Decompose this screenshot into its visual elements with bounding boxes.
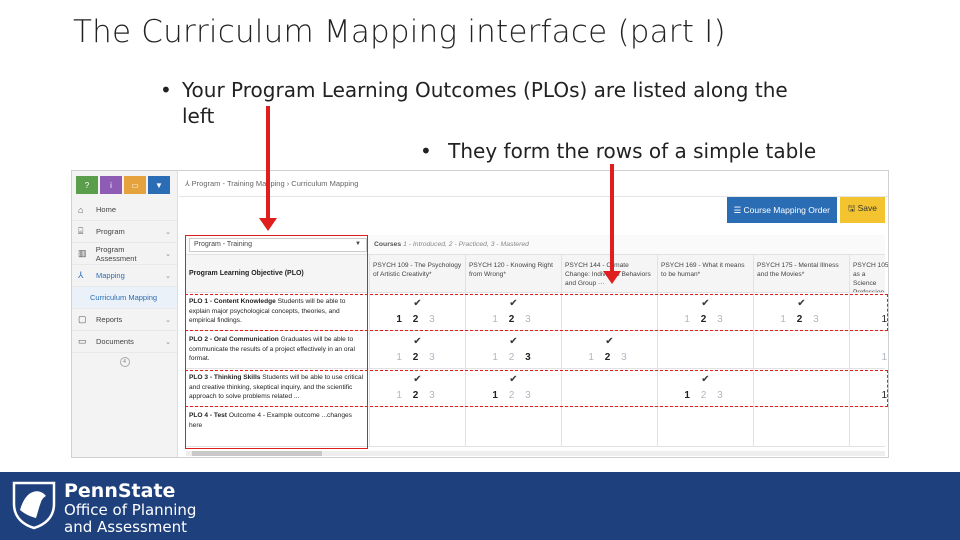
level-3[interactable]: 3 <box>621 352 631 363</box>
mapping-cell[interactable] <box>466 407 562 446</box>
office-line-2: and Assessment <box>64 518 187 536</box>
info-button[interactable]: i <box>100 176 122 194</box>
mapping-cell[interactable] <box>370 407 466 446</box>
office-line-1: Office of Planning <box>64 501 197 519</box>
course-column-header[interactable]: PSYCH 175 - Mental Illness and the Movie… <box>754 255 850 292</box>
mapping-cell[interactable]: ✔ 1 2 3 <box>370 331 466 368</box>
sidebar-item-label: Program Assessment <box>95 244 137 263</box>
level-2[interactable]: 2 <box>605 352 615 363</box>
check-icon: ✔ <box>605 336 614 347</box>
sidebar-item-program-assessment[interactable]: ▥ Program Assessment ⌄ <box>72 243 177 265</box>
sidebar-item-documents[interactable]: ▭ Documents ⌄ <box>72 331 177 353</box>
bullet-text: Your Program Learning Outcomes (PLOs) ar… <box>182 78 788 128</box>
scrollbar-thumb[interactable] <box>192 451 322 456</box>
sidebar-item-label: Mapping <box>96 271 125 280</box>
course-column-header[interactable]: PSYCH 109 - The Psychology of Artistic C… <box>370 255 466 292</box>
courses-legend-text: 1 - Introduced, 2 - Practiced, 3 - Maste… <box>403 241 529 248</box>
bullet-rows-table: • They form the rows of a simple table <box>420 139 816 163</box>
window-button[interactable]: ▭ <box>124 176 146 194</box>
chevron-down-icon: ⌄ <box>165 272 171 280</box>
plo3-row-highlight <box>185 370 888 407</box>
mapping-cell[interactable] <box>658 407 754 446</box>
level-1[interactable]: 1 <box>396 352 406 363</box>
bullet-plos-left: • Your Program Learning Outcomes (PLOs) … <box>160 77 800 129</box>
mapping-cell[interactable]: ✔ 1 2 3 <box>466 331 562 368</box>
check-icon: ✔ <box>509 336 518 347</box>
sidebar-item-reports[interactable]: ▢ Reports ⌄ <box>72 309 177 331</box>
slide: The Curriculum Mapping interface (part I… <box>0 0 960 540</box>
level-3[interactable]: 3 <box>429 352 439 363</box>
level-1[interactable]: 1 <box>492 352 502 363</box>
sidebar-item-home[interactable]: ⌂ Home <box>72 199 177 221</box>
courses-label: Courses <box>374 241 402 248</box>
course-column-header[interactable]: PSYCH 105 as a Science Profession <box>850 255 888 292</box>
level-selector[interactable]: 1 2 3 <box>466 352 561 363</box>
courses-legend: Courses 1 - Introduced, 2 - Practiced, 3… <box>374 241 529 248</box>
course-mapping-order-button[interactable]: ☰ Course Mapping Order <box>726 197 838 223</box>
save-button[interactable]: 🖫 Save <box>840 197 885 223</box>
slide-title: The Curriculum Mapping interface (part I… <box>73 14 726 50</box>
curriculum-mapping-screenshot: ? i ▭ ▼ ⌂ Home ⌸ Program ⌄ ▥ Program Ass… <box>71 170 889 458</box>
chevron-down-icon: ⌄ <box>165 250 171 258</box>
arrow-down-icon <box>259 106 277 231</box>
help-button[interactable]: ? <box>76 176 98 194</box>
home-icon: ⌂ <box>78 204 84 215</box>
mapping-cell[interactable]: 1 <box>850 331 888 368</box>
chart-icon: ▥ <box>78 248 87 258</box>
breadcrumb[interactable]: ⅄ Program - Training Mapping › Curriculu… <box>179 171 888 197</box>
check-icon: ✔ <box>413 336 422 347</box>
toolbar: ☰ Course Mapping Order 🖫 Save <box>726 197 885 223</box>
level-selector[interactable]: 1 2 3 <box>370 352 465 363</box>
plo1-row-highlight <box>185 294 888 331</box>
main-panel: ⅄ Program - Training Mapping › Curriculu… <box>179 171 888 457</box>
mapping-cell[interactable] <box>562 407 658 446</box>
level-1[interactable]: 1 <box>881 352 887 363</box>
sidebar-item-label: Home <box>96 205 117 214</box>
mapping-cell[interactable] <box>658 331 754 368</box>
book-icon: ▢ <box>78 314 87 324</box>
bullet-dot: • <box>420 139 432 163</box>
arrow-down-icon <box>603 164 621 284</box>
sidebar-toolbar: ? i ▭ ▼ <box>72 171 177 199</box>
footer-banner: PennState Office of Planning and Assessm… <box>0 472 960 540</box>
chevron-down-icon: ⌄ <box>165 338 171 346</box>
horizontal-scrollbar[interactable] <box>186 451 885 456</box>
bullet-dot: • <box>160 78 172 102</box>
chevron-down-icon: ⌄ <box>165 228 171 236</box>
bullet-text: They form the rows of a simple table <box>448 139 817 163</box>
mapping-table: Program - Training ▼ Courses 1 - Introdu… <box>185 235 888 455</box>
sidebar-item-label: Program <box>96 227 125 236</box>
sidebar-count-badge: 4 <box>119 357 130 367</box>
course-column-header[interactable]: PSYCH 120 - Knowing Right from Wrong* <box>466 255 562 292</box>
mapping-cell[interactable] <box>754 407 850 446</box>
brand-name: PennState <box>64 480 176 502</box>
mapping-cell[interactable] <box>754 331 850 368</box>
mapping-cell[interactable] <box>850 407 888 446</box>
level-selector[interactable]: 1 2 3 <box>562 352 657 363</box>
plo-column-highlight <box>185 235 368 449</box>
mapping-cell[interactable]: ✔ 1 2 3 <box>562 331 658 368</box>
sidebar-item-label: Documents <box>96 337 134 346</box>
filter-button[interactable]: ▼ <box>148 176 170 194</box>
office-name: Office of Planning and Assessment <box>64 502 196 536</box>
level-3[interactable]: 3 <box>525 352 535 363</box>
sidebar-item-program[interactable]: ⌸ Program ⌄ <box>72 221 177 243</box>
course-column-header[interactable]: PSYCH 169 - What it means to be human* <box>658 255 754 292</box>
sidebar-item-label: Reports <box>96 315 123 324</box>
sidebar: ? i ▭ ▼ ⌂ Home ⌸ Program ⌄ ▥ Program Ass… <box>72 171 178 457</box>
sidebar-item-label: Curriculum Mapping <box>90 293 158 302</box>
institution-icon: ⌸ <box>78 226 84 236</box>
sidebar-item-mapping[interactable]: ⅄ Mapping ⌄ <box>72 265 177 287</box>
folder-icon: ▭ <box>78 336 87 346</box>
sitemap-icon: ⅄ <box>78 270 84 280</box>
level-1[interactable]: 1 <box>588 352 598 363</box>
penn-state-shield-logo <box>12 481 56 530</box>
sidebar-item-curriculum-mapping[interactable]: Curriculum Mapping <box>72 287 177 309</box>
level-2[interactable]: 2 <box>413 352 423 363</box>
chevron-down-icon: ⌄ <box>165 316 171 324</box>
level-2[interactable]: 2 <box>509 352 519 363</box>
